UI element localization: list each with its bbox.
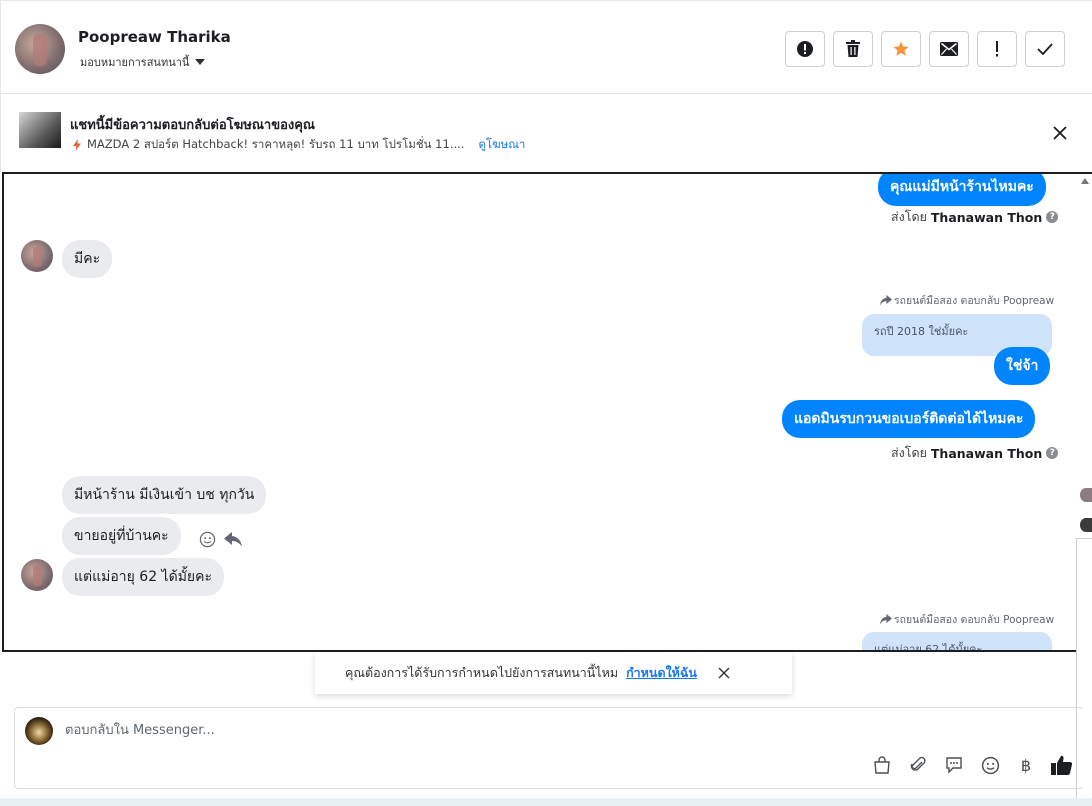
view-ad-link[interactable]: ดูโฆษณา: [478, 136, 525, 154]
emoji-icon: [981, 756, 999, 774]
header-actions: [785, 31, 1065, 67]
contact-avatar-small: [21, 240, 53, 272]
message-incoming[interactable]: ขายอยู่ที่บ้านคะ: [62, 517, 181, 555]
emoji-reaction-icon[interactable]: [199, 531, 216, 548]
saved-replies-button[interactable]: [943, 754, 965, 776]
sent-by-prefix: ส่งโดย: [891, 209, 927, 224]
message-outgoing[interactable]: ใช่จ้า: [994, 347, 1051, 385]
like-button[interactable]: [1051, 754, 1073, 776]
side-avatar[interactable]: [1080, 518, 1092, 532]
reply-meta-text: รถยนต์มือสอง ตอบกลับ Poopreaw: [894, 295, 1055, 307]
exclamation-icon: [996, 41, 998, 57]
reply-meta-text: รถยนต์มือสอง ตอบกลับ Poopreaw: [894, 614, 1055, 626]
message-incoming[interactable]: แต่แม่อายุ 62 ได้มั้ยคะ: [62, 558, 225, 596]
star-button[interactable]: [881, 31, 921, 67]
check-icon: [1037, 43, 1053, 55]
baht-icon: ฿: [1020, 755, 1032, 775]
attach-button[interactable]: [907, 754, 929, 776]
lightning-icon: [73, 139, 81, 151]
ad-thumbnail[interactable]: [19, 112, 61, 148]
reply-icon[interactable]: [224, 532, 242, 547]
scroll-up-arrow[interactable]: [1081, 178, 1089, 184]
help-icon[interactable]: ?: [1046, 447, 1059, 459]
ad-reply-banner: แชทนี้มีข้อความตอบกลับต่อโฆษณาของคุณ MAZ…: [0, 94, 1092, 172]
thumbs-up-icon: [1051, 755, 1073, 775]
assign-dropdown[interactable]: มอบหมายการสนทนานี้: [80, 53, 206, 71]
toast-text: คุณต้องการได้รับการกำหนดไปยังการสนทนานี้…: [345, 665, 619, 680]
message-composer: ฿: [14, 707, 1084, 789]
help-icon[interactable]: ?: [1046, 211, 1059, 223]
trash-icon: [846, 40, 860, 57]
payment-button[interactable]: ฿: [1015, 754, 1037, 776]
assign-to-me-link[interactable]: กำหนดให้ฉัน: [626, 663, 697, 683]
ad-text: MAZDA 2 สปอร์ต Hatchback! ราคาหลุด! รับร…: [87, 137, 465, 151]
message-incoming[interactable]: มีคะ: [62, 240, 113, 278]
contact-avatar-small: [21, 559, 53, 591]
alert-icon: [797, 41, 813, 57]
reply-arrow-icon: [880, 295, 892, 306]
message-actions: [199, 531, 242, 548]
star-icon: [893, 41, 909, 56]
ad-banner-title: แชทนี้มีข้อความตอบกลับต่อโฆษณาของคุณ: [70, 118, 315, 133]
mail-icon: [940, 42, 958, 56]
sent-by-name: Thanawan Thon: [930, 445, 1043, 461]
mark-done-button[interactable]: [1025, 31, 1065, 67]
emoji-button[interactable]: [979, 754, 1001, 776]
message-outgoing[interactable]: แอดมินรบกวนขอเบอร์ติดต่อได้ไหมคะ: [782, 400, 1036, 438]
bag-icon: [874, 756, 890, 774]
mark-spam-button[interactable]: [785, 31, 825, 67]
assign-toast: คุณต้องการได้รับการกำหนดไปยังการสนทนานี้…: [315, 652, 792, 694]
caret-down-icon: [195, 59, 206, 65]
message-incoming[interactable]: มีหน้าร้าน มีเงินเข้า บช ทุกวัน: [62, 476, 267, 514]
shop-button[interactable]: [871, 754, 893, 776]
sent-by-prefix: ส่งโดย: [891, 445, 927, 460]
message-thread[interactable]: คุณแม่มีหน้าร้านไหมคะ ส่งโดย Thanawan Th…: [2, 172, 1092, 652]
close-icon[interactable]: [1051, 124, 1069, 142]
reply-meta: รถยนต์มือสอง ตอบกลับ Poopreaw: [880, 611, 1054, 628]
message-outgoing[interactable]: คุณแม่มีหน้าร้านไหมคะ: [878, 174, 1046, 206]
delete-button[interactable]: [833, 31, 873, 67]
quoted-message[interactable]: แต่แม่อายุ 62 ได้มั้ยคะ: [862, 632, 1052, 650]
contact-name[interactable]: Poopreaw Tharika: [78, 28, 231, 46]
sent-by-name: Thanawan Thon: [930, 209, 1043, 225]
ad-details: MAZDA 2 สปอร์ต Hatchback! ราคาหลุด! รับร…: [73, 136, 525, 154]
composer-toolbar: ฿: [871, 754, 1073, 776]
assign-label: มอบหมายการสนทนานี้: [80, 56, 190, 69]
sent-by-label: ส่งโดย Thanawan Thon ?: [891, 207, 1059, 227]
mark-important-button[interactable]: [977, 31, 1017, 67]
reply-arrow-icon: [880, 614, 892, 625]
chat-bubble-icon: [946, 757, 962, 774]
reply-input[interactable]: [65, 720, 765, 740]
conversation-header: Poopreaw Tharika มอบหมายการสนทนานี้: [0, 0, 1092, 94]
contact-avatar[interactable]: [15, 24, 65, 74]
reply-meta: รถยนต์มือสอง ตอบกลับ Poopreaw: [880, 292, 1054, 309]
sent-by-label: ส่งโดย Thanawan Thon ?: [891, 443, 1059, 463]
paperclip-icon: [910, 756, 926, 771]
side-avatar[interactable]: [1080, 488, 1092, 502]
page-avatar: [25, 717, 53, 745]
bottom-strip: [0, 798, 1092, 806]
mark-unread-button[interactable]: [929, 31, 969, 67]
close-icon[interactable]: [717, 666, 731, 680]
